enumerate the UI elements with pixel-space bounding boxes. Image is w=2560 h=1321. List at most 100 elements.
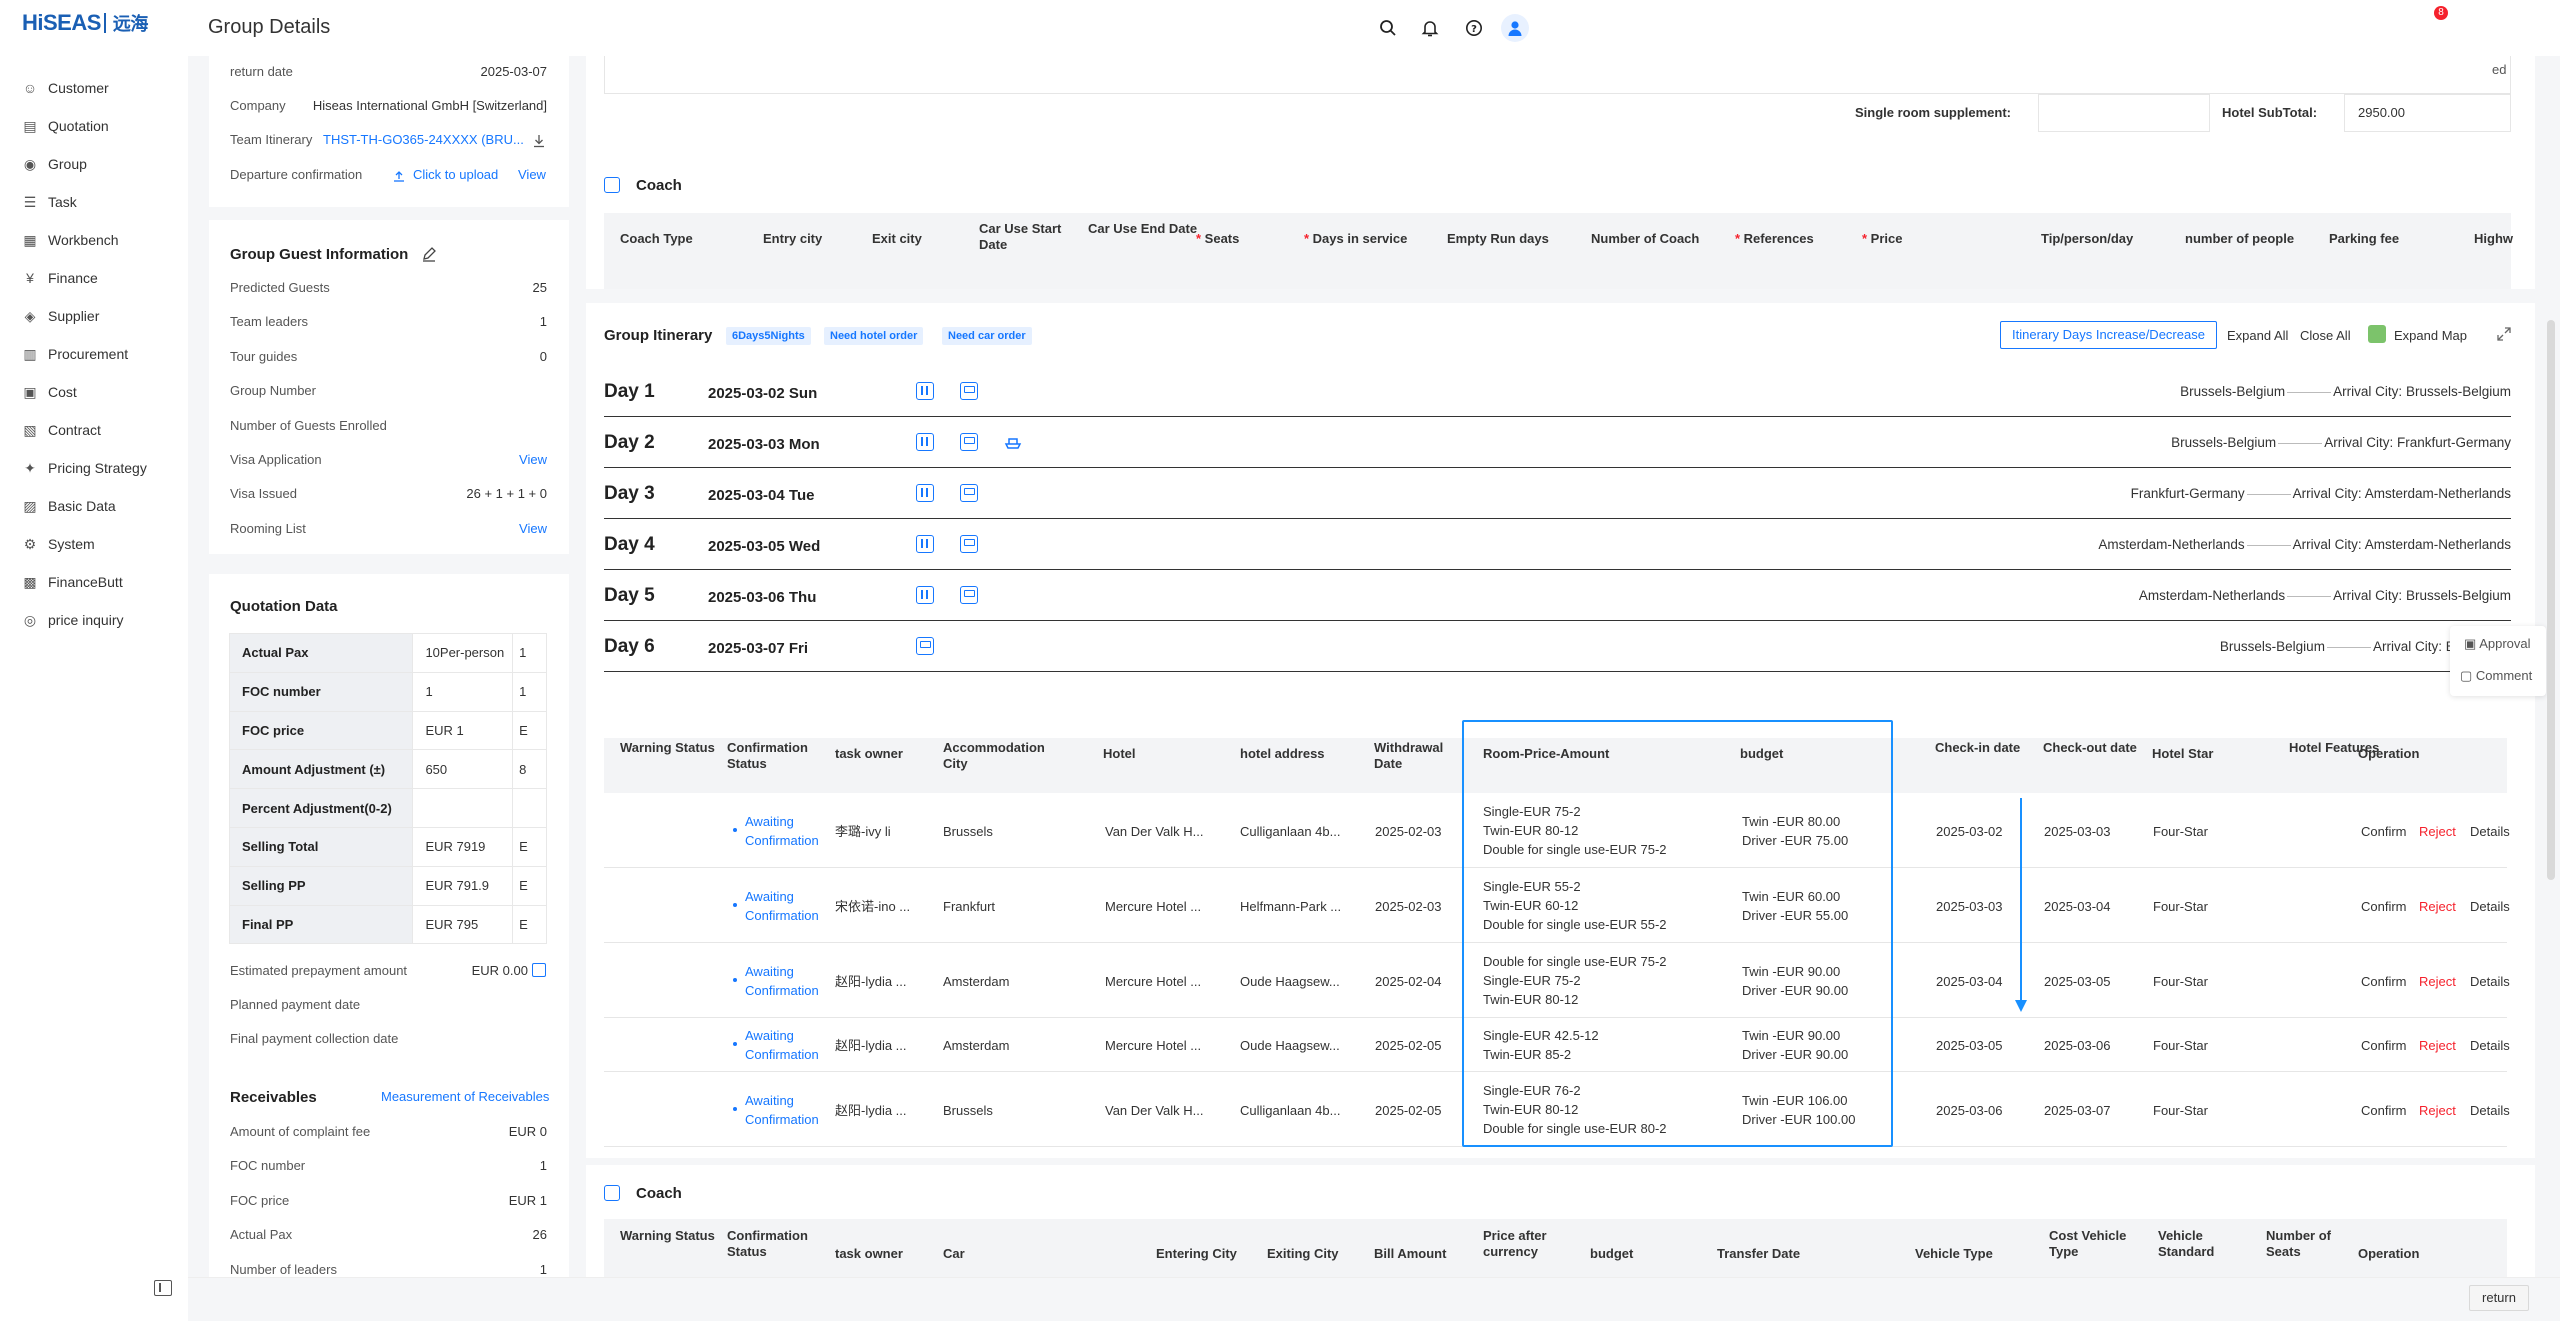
hotel-icon[interactable]: [916, 382, 934, 400]
sidebar-item-workbench[interactable]: ▦ Workbench: [22, 228, 118, 252]
sidebar-item-contract[interactable]: ▧ Contract: [22, 418, 101, 442]
sidebar-toggle-icon[interactable]: [154, 1280, 172, 1296]
sidebar-item-procurement[interactable]: ▥ Procurement: [22, 342, 128, 366]
coach-top-header-text: Car Use Start Date: [979, 221, 1062, 252]
hotel-icon[interactable]: [916, 586, 934, 604]
sidebar-item-system[interactable]: ⚙ System: [22, 532, 95, 556]
check-out-date: 2025-03-03: [2044, 823, 2111, 839]
sidebar-item-finance[interactable]: ¥ Finance: [22, 266, 98, 290]
itinerary-day-row[interactable]: Day 2 2025-03-03 Mon Brussels-Belgium Arriv…: [604, 417, 2511, 468]
hiseas-logo[interactable]: HiSEAS 远海: [22, 10, 148, 36]
guest-info-view-link[interactable]: View: [519, 452, 547, 467]
coach-bottom-header: Entering City: [1156, 1246, 1237, 1261]
bus-icon[interactable]: [916, 637, 934, 655]
quotation-value: EUR 791.9: [412, 865, 514, 906]
sidebar-item-quotation[interactable]: ▤ Quotation: [22, 114, 108, 138]
bus-icon[interactable]: [960, 433, 978, 451]
details-link[interactable]: Details: [2470, 972, 2510, 991]
guest-info-label: Group Number: [230, 383, 316, 399]
planned-payment-label: Planned payment date: [230, 997, 361, 1012]
comment-button[interactable]: ▢ Comment: [2460, 668, 2532, 684]
hotel-icon[interactable]: [916, 484, 934, 502]
help-icon[interactable]: ?: [1460, 14, 1488, 42]
arrival-city-label: Arrival City:: [2372, 639, 2442, 654]
reject-link[interactable]: Reject: [2419, 1101, 2456, 1120]
coach-bottom-header: budget: [1590, 1246, 1634, 1261]
return-button[interactable]: return: [2469, 1285, 2529, 1311]
itinerary-day-row[interactable]: Day 5 2025-03-06 Thu Amsterdam-Netherlands…: [604, 570, 2511, 621]
expand-map-link[interactable]: Expand Map: [2394, 326, 2467, 345]
sidebar-item-label: Customer: [48, 80, 109, 96]
reject-link[interactable]: Reject: [2419, 1036, 2456, 1055]
itinerary-day-row[interactable]: Day 3 2025-03-04 Tue Frankfurt-Germany Arri…: [604, 468, 2511, 519]
bell-icon[interactable]: [1416, 14, 1444, 42]
coach-top-header: Coach Type: [620, 231, 720, 247]
confirm-link[interactable]: Confirm: [2361, 1036, 2407, 1055]
bus-icon[interactable]: [960, 484, 978, 502]
edit-pencil-icon[interactable]: [421, 246, 437, 265]
bus-icon[interactable]: [960, 382, 978, 400]
sidebar-item-group[interactable]: ◉ Group: [22, 152, 87, 176]
confirm-link[interactable]: Confirm: [2361, 897, 2407, 916]
sidebar-item-label: Finance: [48, 270, 98, 286]
quotation-label: FOC number: [228, 671, 414, 712]
hotel-address: Oude Haagsew...: [1240, 973, 1340, 989]
sidebar-item-financebutt[interactable]: ▩ FinanceButt: [22, 570, 122, 594]
reject-link[interactable]: Reject: [2419, 822, 2456, 841]
withdrawal-date: 2025-02-04: [1375, 973, 1442, 989]
receivables-value: 1: [539, 1261, 547, 1277]
user-avatar-icon[interactable]: [1501, 14, 1529, 42]
guest-info-value: 26 + 1 + 1 + 0: [466, 486, 547, 502]
sidebar-item-price-inquiry[interactable]: ◎ price inquiry: [22, 608, 124, 632]
route-to-city: Amsterdam-Netherlands: [2364, 537, 2511, 552]
sidebar-item-basic-data[interactable]: ▨ Basic Data: [22, 494, 115, 518]
hotel-table-header: Operation: [2358, 746, 2420, 761]
reject-link[interactable]: Reject: [2419, 972, 2456, 991]
hotel-icon[interactable]: [916, 433, 934, 451]
search-icon[interactable]: [1374, 14, 1402, 42]
details-link[interactable]: Details: [2470, 1036, 2510, 1055]
reject-link[interactable]: Reject: [2419, 897, 2456, 916]
quotation-value-extra: 1: [512, 633, 547, 673]
close-all-link[interactable]: Close All: [2300, 326, 2351, 345]
team-itinerary-link[interactable]: THST-TH-GO365-24XXXX (BRU...: [323, 132, 524, 147]
expand-all-link[interactable]: Expand All: [2227, 326, 2288, 345]
upload-icon[interactable]: [393, 169, 405, 185]
boat-icon[interactable]: [1004, 433, 1022, 451]
fullscreen-icon[interactable]: [2497, 327, 2511, 341]
quotation-row: FOC number 1 1: [228, 671, 547, 712]
sidebar-item-pricing-strategy[interactable]: ✦ Pricing Strategy: [22, 456, 147, 480]
itinerary-day-row[interactable]: Day 4 2025-03-05 Wed Amsterdam-Netherlands…: [604, 519, 2511, 570]
tag-hotel-order: Need hotel order: [824, 327, 924, 345]
details-link[interactable]: Details: [2470, 897, 2510, 916]
calculator-icon[interactable]: [532, 963, 546, 977]
accommodation-city: Frankfurt: [943, 898, 996, 914]
confirm-link[interactable]: Confirm: [2361, 1101, 2407, 1120]
details-link[interactable]: Details: [2470, 822, 2510, 841]
download-icon[interactable]: [533, 134, 545, 148]
click-to-upload-link[interactable]: Click to upload: [413, 167, 498, 182]
itinerary-day-row[interactable]: Day 6 2025-03-07 Fri Brussels-Belgium Arriv…: [604, 621, 2511, 672]
approval-button[interactable]: ▣ Approval: [2464, 636, 2531, 652]
sidebar-item-cost[interactable]: ▣ Cost: [22, 380, 76, 404]
sidebar-item-task[interactable]: ☰ Task: [22, 190, 77, 214]
sidebar-item-customer[interactable]: ☺ Customer: [22, 76, 109, 100]
sidebar-item-supplier[interactable]: ◈ Supplier: [22, 304, 100, 328]
itinerary-days-button[interactable]: Itinerary Days Increase/Decrease: [2000, 321, 2217, 349]
itinerary-day-row[interactable]: Day 1 2025-03-02 Sun Brussels-Belgium Arriv…: [604, 366, 2511, 417]
map-icon[interactable]: [2368, 325, 2386, 343]
departure-view-link[interactable]: View: [518, 167, 546, 182]
guest-info-view-link[interactable]: View: [519, 521, 547, 536]
route-to-city: Brussels-Belgium: [2405, 384, 2511, 399]
hotel-icon[interactable]: [916, 535, 934, 553]
required-mark: *: [1196, 231, 1205, 246]
quotation-row: Selling Total EUR 7919 E: [228, 826, 547, 867]
sidebar-item-label: Supplier: [48, 308, 100, 324]
measurement-receivables-link[interactable]: Measurement of Receivables: [381, 1089, 549, 1104]
bus-icon[interactable]: [960, 586, 978, 604]
page-scrollbar[interactable]: [2547, 320, 2555, 880]
confirm-link[interactable]: Confirm: [2361, 822, 2407, 841]
bus-icon[interactable]: [960, 535, 978, 553]
confirm-link[interactable]: Confirm: [2361, 972, 2407, 991]
details-link[interactable]: Details: [2470, 1101, 2510, 1120]
